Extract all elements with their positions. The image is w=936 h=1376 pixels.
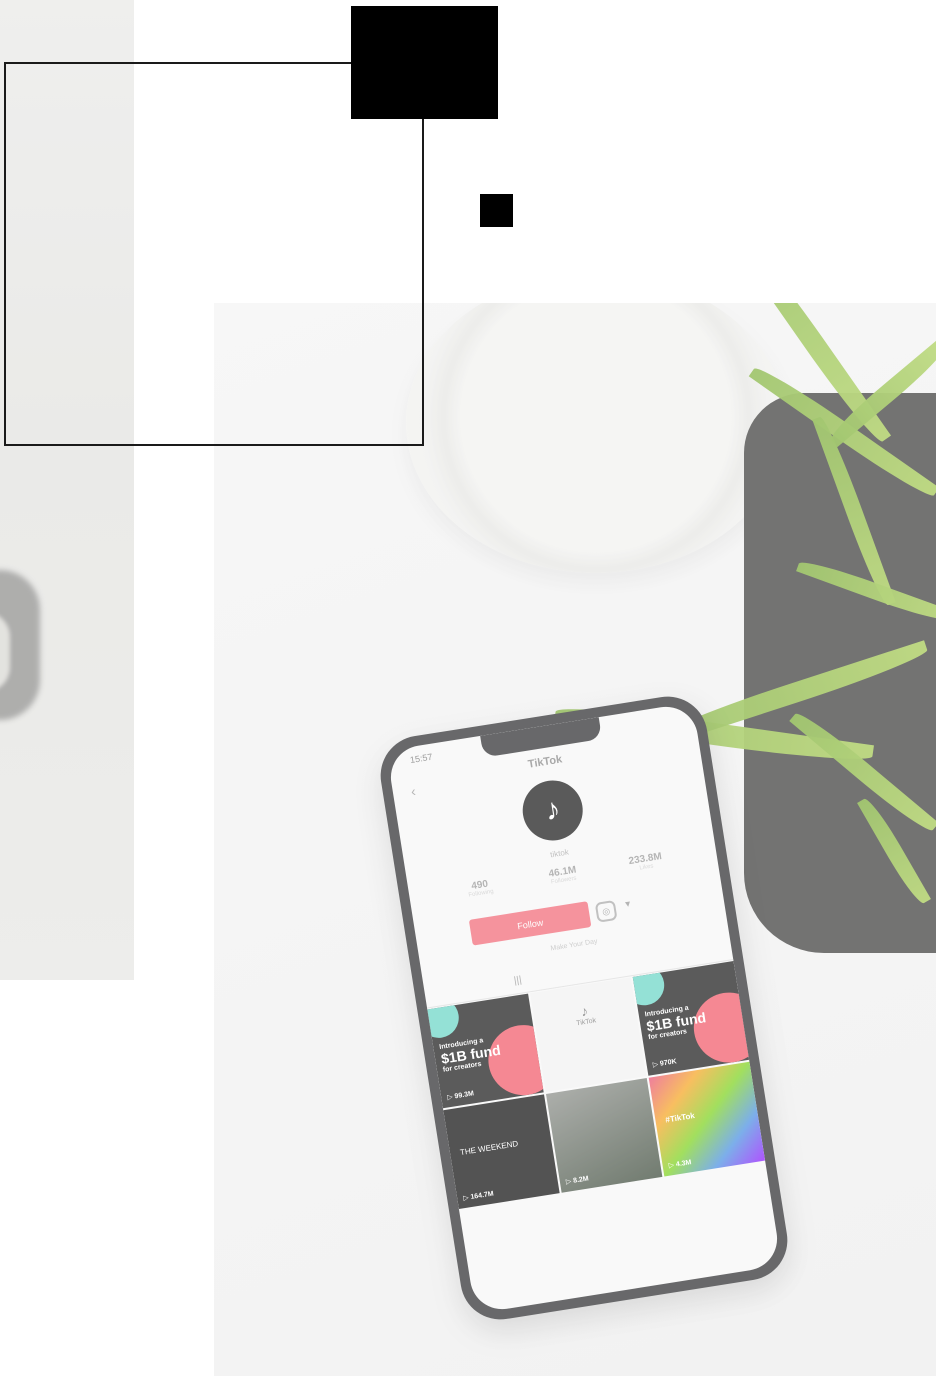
instagram-icon[interactable]: ◎ (594, 899, 618, 923)
video-tile[interactable]: #TikTok ▷ 4.3M (648, 1061, 766, 1177)
follow-button[interactable]: Follow (468, 901, 592, 946)
view-count: ▷ 970K (652, 1058, 678, 1069)
video-grid: Introducing a $1B fund for creators ▷ 99… (427, 961, 781, 1314)
video-tile[interactable]: Introducing a $1B fund for creators ▷ 99… (427, 993, 544, 1109)
decorative-square-small (480, 194, 513, 227)
grid-view-icon[interactable]: ||| (513, 974, 522, 986)
stone-saucer (406, 303, 786, 573)
decorative-frame (4, 62, 424, 446)
stat-likes: 233.8M Likes (627, 851, 663, 872)
view-count: ▷ 164.7M (462, 1190, 495, 1203)
video-tile[interactable]: THE WEEKEND ▷ 164.7M (443, 1094, 560, 1210)
hero-photo: 15:57 ‹ TikTok ♪ tiktok 490 Following 46… (214, 303, 936, 1376)
video-tile[interactable]: Introducing a $1B fund for creators ▷ 97… (632, 961, 750, 1076)
stat-following[interactable]: 490 Following (438, 873, 522, 903)
view-count: ▷ 8.2M (565, 1175, 590, 1186)
more-dropdown-icon[interactable]: ▾ (624, 899, 631, 911)
view-count: ▷ 4.3M (668, 1159, 692, 1170)
view-count: ▷ 99.3M (446, 1090, 475, 1102)
decorative-square-large (351, 6, 498, 119)
stat-followers[interactable]: 46.1M Followers (521, 860, 605, 890)
status-time: 15:57 (409, 751, 434, 766)
tiktok-logo-icon[interactable]: ♪ (518, 776, 588, 845)
video-tile[interactable]: ♪ TikTok (530, 977, 647, 1093)
phone-screen: 15:57 ‹ TikTok ♪ tiktok 490 Following 46… (386, 702, 782, 1314)
smartphone: 15:57 ‹ TikTok ♪ tiktok 490 Following 46… (374, 690, 794, 1326)
video-tile[interactable]: ▷ 8.2M (545, 1078, 663, 1193)
